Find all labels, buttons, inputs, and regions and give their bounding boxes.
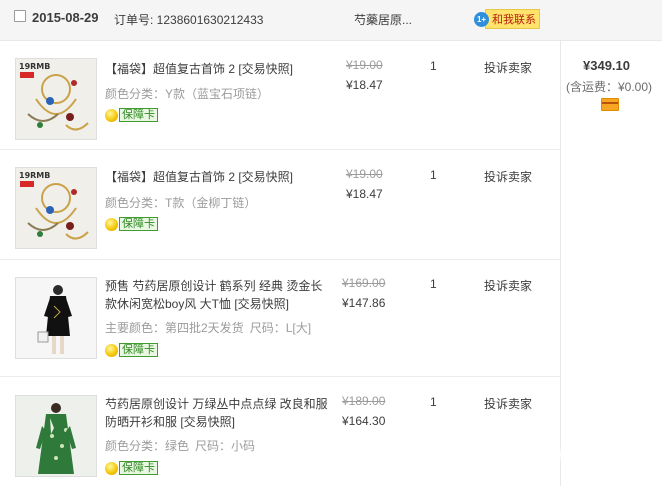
- guarantee-card-label: 保障卡: [119, 217, 158, 231]
- guarantee-card[interactable]: 保障卡: [105, 343, 158, 357]
- product-thumbnail[interactable]: 19RMB: [15, 167, 97, 249]
- thumb-price-tag: 19RMB: [19, 62, 50, 71]
- shop-name-link[interactable]: 芍藥居原...: [354, 11, 412, 28]
- contact-seller-button[interactable]: 1+ 和我联系: [474, 9, 540, 29]
- watermark-text: 精明败家女: [558, 447, 634, 464]
- order-date: 2015-08-29: [32, 10, 99, 25]
- actual-price: ¥18.47: [346, 187, 383, 201]
- bulb-icon: [105, 343, 118, 357]
- row-divider: [0, 376, 560, 377]
- quantity: 1: [430, 59, 437, 73]
- complain-seller-link[interactable]: 投诉卖家: [484, 395, 532, 412]
- complain-seller-link[interactable]: 投诉卖家: [484, 168, 532, 185]
- credit-card-icon[interactable]: [601, 98, 619, 111]
- guarantee-card-label: 保障卡: [119, 343, 158, 357]
- guarantee-card-label: 保障卡: [119, 461, 158, 475]
- quantity: 1: [430, 277, 437, 291]
- product-thumbnail[interactable]: [15, 277, 97, 359]
- sku-attr: 主要颜色：第四批2天发货: [105, 321, 244, 335]
- original-price: ¥169.00: [342, 276, 386, 290]
- guarantee-card[interactable]: 保障卡: [105, 217, 158, 231]
- sku-attr: 颜色分类：绿色: [105, 439, 190, 453]
- product-thumbnail[interactable]: 19RMB: [15, 58, 97, 140]
- guarantee-card[interactable]: 保障卡: [105, 461, 158, 475]
- quantity: 1: [430, 168, 437, 182]
- thumb-price-tag: 19RMB: [19, 171, 50, 180]
- quantity: 1: [430, 395, 437, 409]
- bulb-icon: [105, 461, 118, 475]
- product-sku: 颜色分类：T款（金柳丁链）: [105, 194, 256, 211]
- bulb-icon: [105, 217, 118, 231]
- row-divider: [0, 259, 560, 260]
- original-price: ¥19.00: [346, 167, 383, 181]
- order-total: ¥349.10: [583, 58, 630, 73]
- wangwang-icon: 1+: [474, 11, 489, 27]
- product-title-link[interactable]: 预售 芍药居原创设计 鹤系列 经典 烫金长款休闲宽松boy风 大T恤 [交易快照…: [105, 277, 330, 313]
- actual-price: ¥18.47: [346, 78, 383, 92]
- product-sku: 主要颜色：第四批2天发货 尺码：L[大]: [105, 319, 311, 336]
- product-thumbnail[interactable]: [15, 395, 97, 477]
- order-select-checkbox[interactable]: [14, 10, 26, 22]
- contact-seller-label: 和我联系: [485, 9, 540, 29]
- row-divider: [0, 149, 560, 150]
- original-price: ¥189.00: [342, 394, 386, 408]
- product-title-link[interactable]: 【福袋】超值复古首饰 2 [交易快照]: [105, 60, 330, 78]
- original-price: ¥19.00: [346, 58, 383, 72]
- actual-price: ¥164.30: [342, 414, 386, 428]
- guarantee-card-label: 保障卡: [119, 108, 158, 122]
- wechat-icon: [529, 445, 552, 464]
- order-number: 订单号: 1238601630212433: [114, 13, 264, 27]
- order-header: 2015-08-29 订单号: 1238601630212433 芍藥居原...…: [0, 0, 662, 41]
- sku-attr: 颜色分类：T款（金柳丁链）: [105, 196, 257, 210]
- complain-seller-link[interactable]: 投诉卖家: [484, 277, 532, 294]
- complain-seller-link[interactable]: 投诉卖家: [484, 59, 532, 76]
- guarantee-card[interactable]: 保障卡: [105, 108, 158, 122]
- wechat-watermark: 精明败家女: [529, 444, 634, 465]
- product-title-link[interactable]: 【福袋】超值复古首饰 2 [交易快照]: [105, 168, 330, 186]
- product-sku: 颜色分类：绿色 尺码：小码: [105, 437, 255, 454]
- sku-attr: 尺码：小码: [195, 439, 256, 453]
- bulb-icon: [105, 108, 118, 122]
- product-title-link[interactable]: 芍药居原创设计 万绿丛中点点绿 改良和服 防晒开衫和服 [交易快照]: [105, 395, 330, 431]
- column-divider: [560, 41, 561, 486]
- actual-price: ¥147.86: [342, 296, 386, 310]
- sku-attr: 颜色分类：Y款（蓝宝石项链）: [105, 87, 270, 101]
- product-sku: 颜色分类：Y款（蓝宝石项链）: [105, 85, 269, 102]
- shipping-fee: (含运费：¥0.00): [566, 80, 653, 94]
- sku-attr: 尺码：L[大]: [249, 321, 312, 335]
